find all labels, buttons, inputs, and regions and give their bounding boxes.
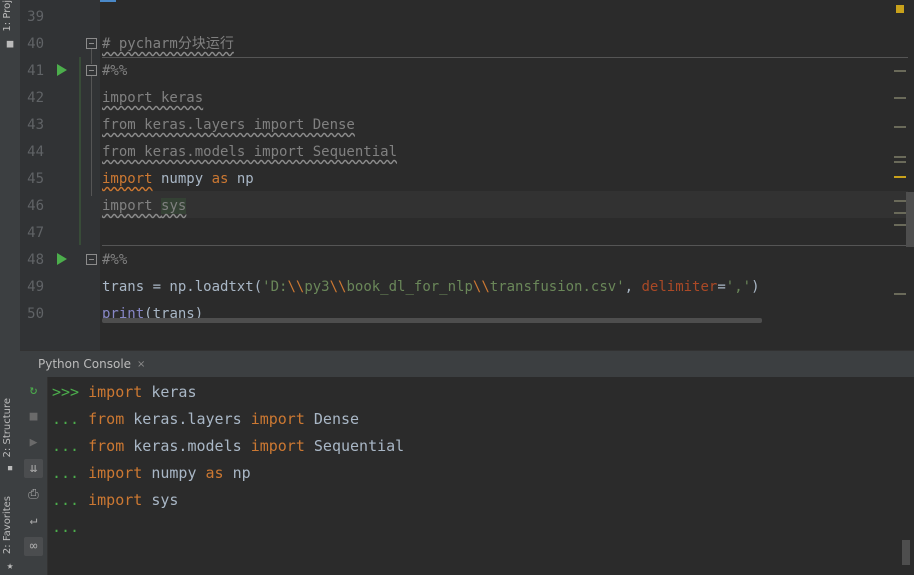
cell-separator [102,245,908,246]
line-number: 39 [27,9,44,25]
left-tool-strip: 1: Proj ■ 2: Structure ▪ 2: Favorites ★ [0,0,21,575]
project-tool-tab[interactable]: 1: Proj [2,0,13,32]
console-line: ... from keras.layers import Dense [52,410,360,428]
console-output[interactable]: >>> import keras ... from keras.layers i… [48,377,914,575]
console-line: >>> import keras [52,383,197,401]
structure-tool-tab[interactable]: 2: Structure [2,398,13,457]
print-icon[interactable]: ⎙ [24,485,43,504]
error-stripe-marker[interactable] [894,212,906,214]
code-line: import keras [102,90,204,106]
console-tab-label: Python Console [38,357,132,371]
console-line: ... import numpy as np [52,464,251,482]
line-number: 47 [27,225,44,241]
star-icon[interactable]: ★ [4,560,16,572]
fold-guide [91,49,92,64]
error-stripe-marker[interactable] [894,156,906,158]
code-line: from keras.models import Sequential [102,144,398,160]
code-line: import sys [102,198,187,214]
code-line: trans = np.loadtxt('D:\\py3\\book_dl_for… [102,279,760,295]
error-stripe-marker[interactable] [894,293,906,295]
line-number: 43 [27,117,44,133]
vertical-scrollbar[interactable] [906,192,914,247]
line-number: 41 [27,63,44,79]
tab-python-console[interactable]: Python Console × [30,351,154,377]
line-number: 45 [27,171,44,187]
error-stripe-marker[interactable] [894,97,906,99]
show-variables-icon[interactable]: ∞ [24,537,43,556]
console-toolbar: ↻ ■ ▶ ⇊ ⎙ ↵ ∞ [20,377,48,575]
execute-icon[interactable]: ▶ [24,433,43,452]
console-line: ... from keras.models import Sequential [52,437,405,455]
error-stripe-marker[interactable] [894,200,906,202]
fold-icon[interactable] [86,65,97,76]
code-line: from keras.layers import Dense [102,117,355,133]
error-stripe-marker[interactable] [894,161,906,163]
change-marker [79,57,81,245]
structure-icon[interactable]: ▪ [4,462,16,474]
soft-wrap-icon[interactable]: ↵ [24,511,43,530]
error-stripe-marker[interactable] [894,224,906,226]
console-input-line[interactable]: ... [52,514,79,541]
run-cell-icon[interactable] [57,64,67,76]
stop-icon[interactable]: ■ [24,407,43,426]
line-number: 46 [27,198,44,214]
fold-icon[interactable] [86,38,97,49]
error-stripe-marker[interactable] [894,126,906,128]
console-line: ... import sys [52,491,179,509]
scroll-to-end-icon[interactable]: ⇊ [24,459,43,478]
current-line-highlight [100,191,908,218]
line-number: 50 [27,306,44,322]
code-line: # pycharm分块运行 [102,36,234,52]
line-number: 42 [27,90,44,106]
rerun-icon[interactable]: ↻ [24,381,43,400]
line-number: 40 [27,36,44,52]
code-line: #%% [102,252,128,268]
error-stripe-marker[interactable] [894,70,906,72]
console-scrollbar[interactable] [902,540,910,565]
line-number: 44 [27,144,44,160]
favorites-tool-tab[interactable]: 2: Favorites [2,496,13,554]
error-stripe-marker[interactable] [894,176,906,178]
code-line: print(trans) [102,306,204,322]
code-editor[interactable]: 39 40 41 42 43 44 45 46 47 48 49 50 # py… [20,0,914,350]
fold-icon[interactable] [86,254,97,265]
close-icon[interactable]: × [137,359,145,370]
folder-icon[interactable]: ■ [4,38,16,50]
code-line: #%% [102,63,128,79]
line-number: 48 [27,252,44,268]
code-line: import numpy as np [102,171,254,187]
warning-icon[interactable] [896,5,904,13]
horizontal-scrollbar[interactable] [102,318,762,323]
run-cell-icon[interactable] [57,253,67,265]
fold-guide [91,76,92,196]
line-number: 49 [27,279,44,295]
console-tab-bar: Python Console × [20,350,914,377]
